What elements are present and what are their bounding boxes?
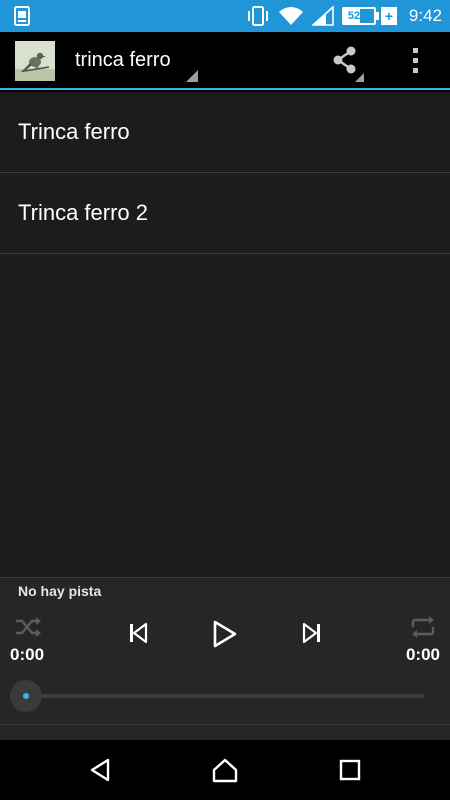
elapsed-time: 0:00 [10, 645, 45, 664]
share-dropdown-icon [355, 73, 364, 82]
cell-signal-icon [311, 6, 334, 26]
total-time: 0:00 [405, 645, 440, 664]
shuffle-icon[interactable] [14, 616, 42, 638]
spinner-title: trinca ferro [75, 49, 171, 71]
track-label: No hay pista [18, 583, 102, 599]
home-icon [212, 758, 238, 783]
action-bar: trinca ferro [0, 32, 450, 90]
seek-bar[interactable] [22, 694, 425, 698]
back-button[interactable] [65, 740, 135, 800]
back-icon [90, 758, 110, 782]
player-panel: No hay pista 0:00 0:00 [0, 577, 450, 740]
recents-button[interactable] [315, 740, 385, 800]
battery-percent: 52% [347, 10, 370, 22]
track-list: Trinca ferro Trinca ferro 2 [0, 92, 450, 577]
overflow-menu-icon[interactable] [398, 32, 432, 88]
previous-icon[interactable] [127, 622, 149, 644]
recents-icon [339, 759, 361, 781]
play-icon[interactable] [211, 619, 239, 649]
next-icon[interactable] [301, 622, 323, 644]
charging-indicator: + [380, 7, 397, 25]
repeat-icon[interactable] [409, 615, 437, 639]
wifi-icon [278, 7, 303, 25]
playlist-spinner[interactable]: trinca ferro [62, 32, 202, 88]
list-item-label: Trinca ferro [18, 119, 130, 144]
spinner-dropdown-icon [186, 70, 198, 82]
seek-thumb[interactable] [10, 680, 42, 712]
status-time: 9:42 [408, 6, 442, 25]
divider [0, 724, 450, 725]
list-item-label: Trinca ferro 2 [18, 200, 149, 225]
screenshot-notification-icon [14, 6, 30, 26]
status-bar: 52% + 9:42 [0, 0, 450, 32]
list-item[interactable]: Trinca ferro 2 [0, 173, 450, 254]
bird-thumbnail [15, 41, 55, 81]
home-button[interactable] [190, 740, 260, 800]
navigation-bar [0, 740, 450, 800]
battery-icon: 52% + [341, 7, 397, 25]
list-item[interactable]: Trinca ferro [0, 92, 450, 173]
vibrate-icon [247, 6, 268, 26]
share-button[interactable] [318, 32, 370, 88]
